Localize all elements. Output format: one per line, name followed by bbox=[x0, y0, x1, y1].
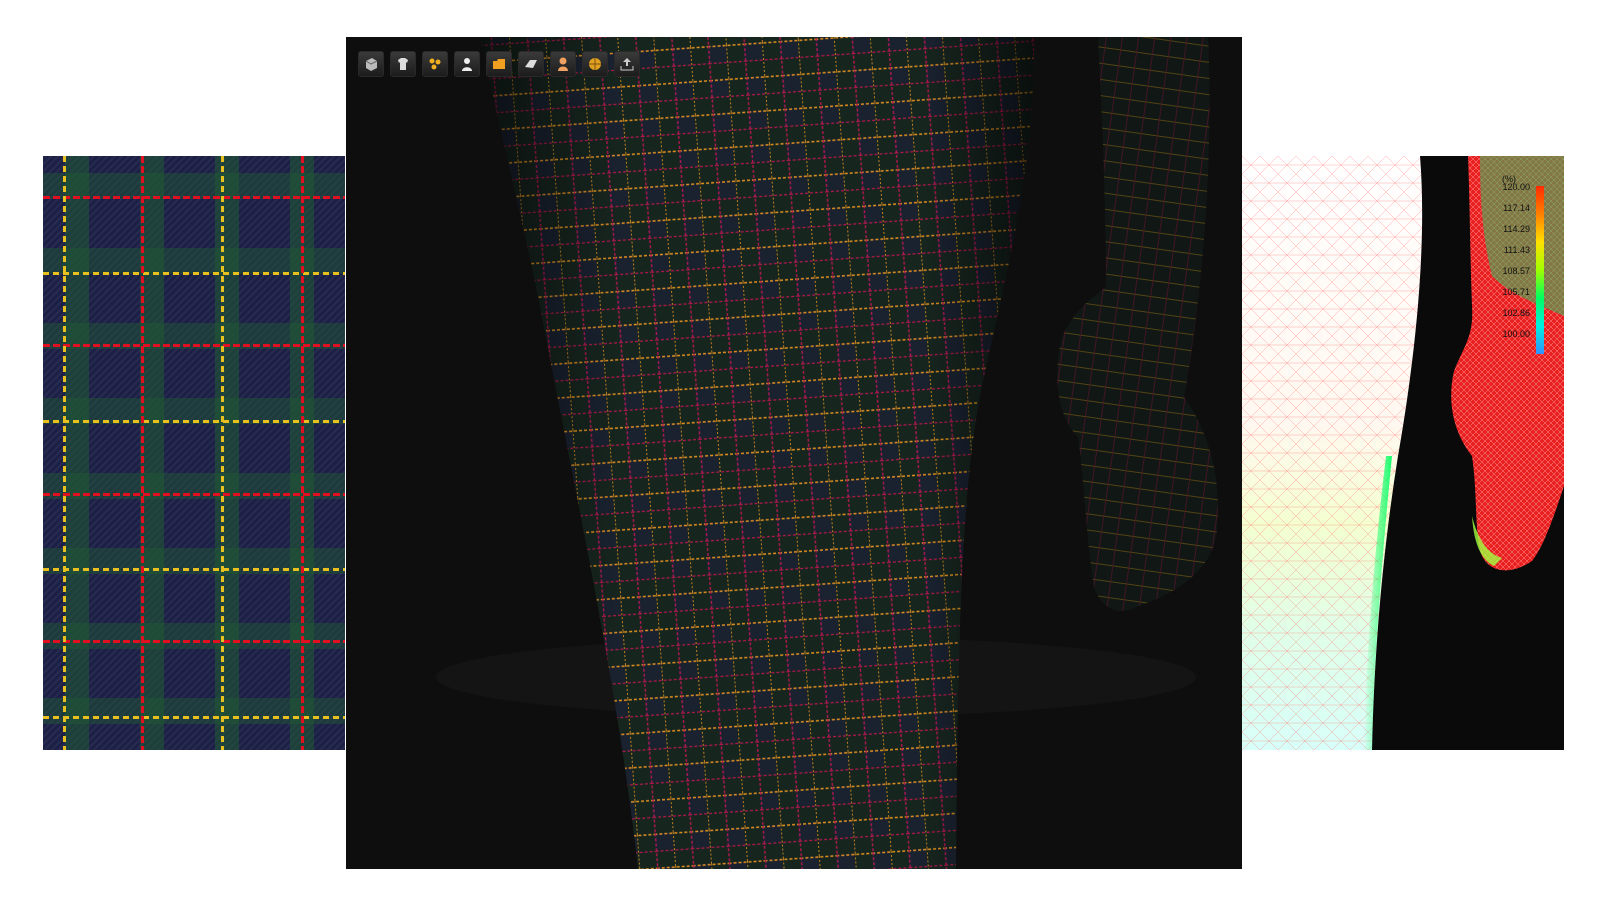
toolbar-button-cube[interactable] bbox=[358, 51, 384, 77]
garment-render bbox=[436, 37, 1218, 869]
garment-icon bbox=[395, 56, 411, 72]
legend-tick-label: 100.00 bbox=[1502, 329, 1530, 339]
toolbar-button-particles[interactable] bbox=[422, 51, 448, 77]
toolbar-button-garment[interactable] bbox=[390, 51, 416, 77]
legend-tick-label: 114.29 bbox=[1503, 224, 1530, 234]
legend-tick-label: 105.71 bbox=[1502, 287, 1530, 297]
legend-color-bar bbox=[1536, 186, 1544, 354]
toolbar-button-fabric[interactable] bbox=[518, 51, 544, 77]
toolbar-button-export[interactable] bbox=[614, 51, 640, 77]
fabric-icon bbox=[523, 56, 539, 72]
fabric-swatch-image bbox=[43, 156, 345, 750]
legend-tick-label: 117.14 bbox=[1503, 203, 1530, 213]
toolbar-button-folder[interactable] bbox=[486, 51, 512, 77]
toolbar-button-person[interactable] bbox=[550, 51, 576, 77]
folder-icon bbox=[491, 56, 507, 72]
toolbar-button-avatar[interactable] bbox=[454, 51, 480, 77]
particles-icon bbox=[427, 56, 443, 72]
export-icon bbox=[619, 56, 635, 72]
cube-icon bbox=[363, 56, 379, 72]
globe-icon bbox=[587, 56, 603, 72]
3d-viewport[interactable] bbox=[346, 37, 1242, 869]
strain-legend: (%) 120.00 117.14 114.29 111.43 108.57 105.71… bbox=[1478, 174, 1558, 359]
plaid-pattern bbox=[43, 156, 345, 750]
strain-map-view[interactable]: (%) 120.00 117.14 114.29 111.43 108.57 105.71… bbox=[1242, 156, 1564, 750]
toolbar bbox=[358, 51, 640, 77]
legend-tick-label: 111.43 bbox=[1503, 245, 1530, 255]
legend-tick-label: 102.86 bbox=[1502, 308, 1530, 318]
toolbar-button-globe[interactable] bbox=[582, 51, 608, 77]
avatar-icon bbox=[459, 56, 475, 72]
legend-tick-label: 108.57 bbox=[1502, 266, 1530, 276]
legend-tick-label: 120.00 bbox=[1502, 182, 1530, 192]
person-icon bbox=[555, 56, 571, 72]
